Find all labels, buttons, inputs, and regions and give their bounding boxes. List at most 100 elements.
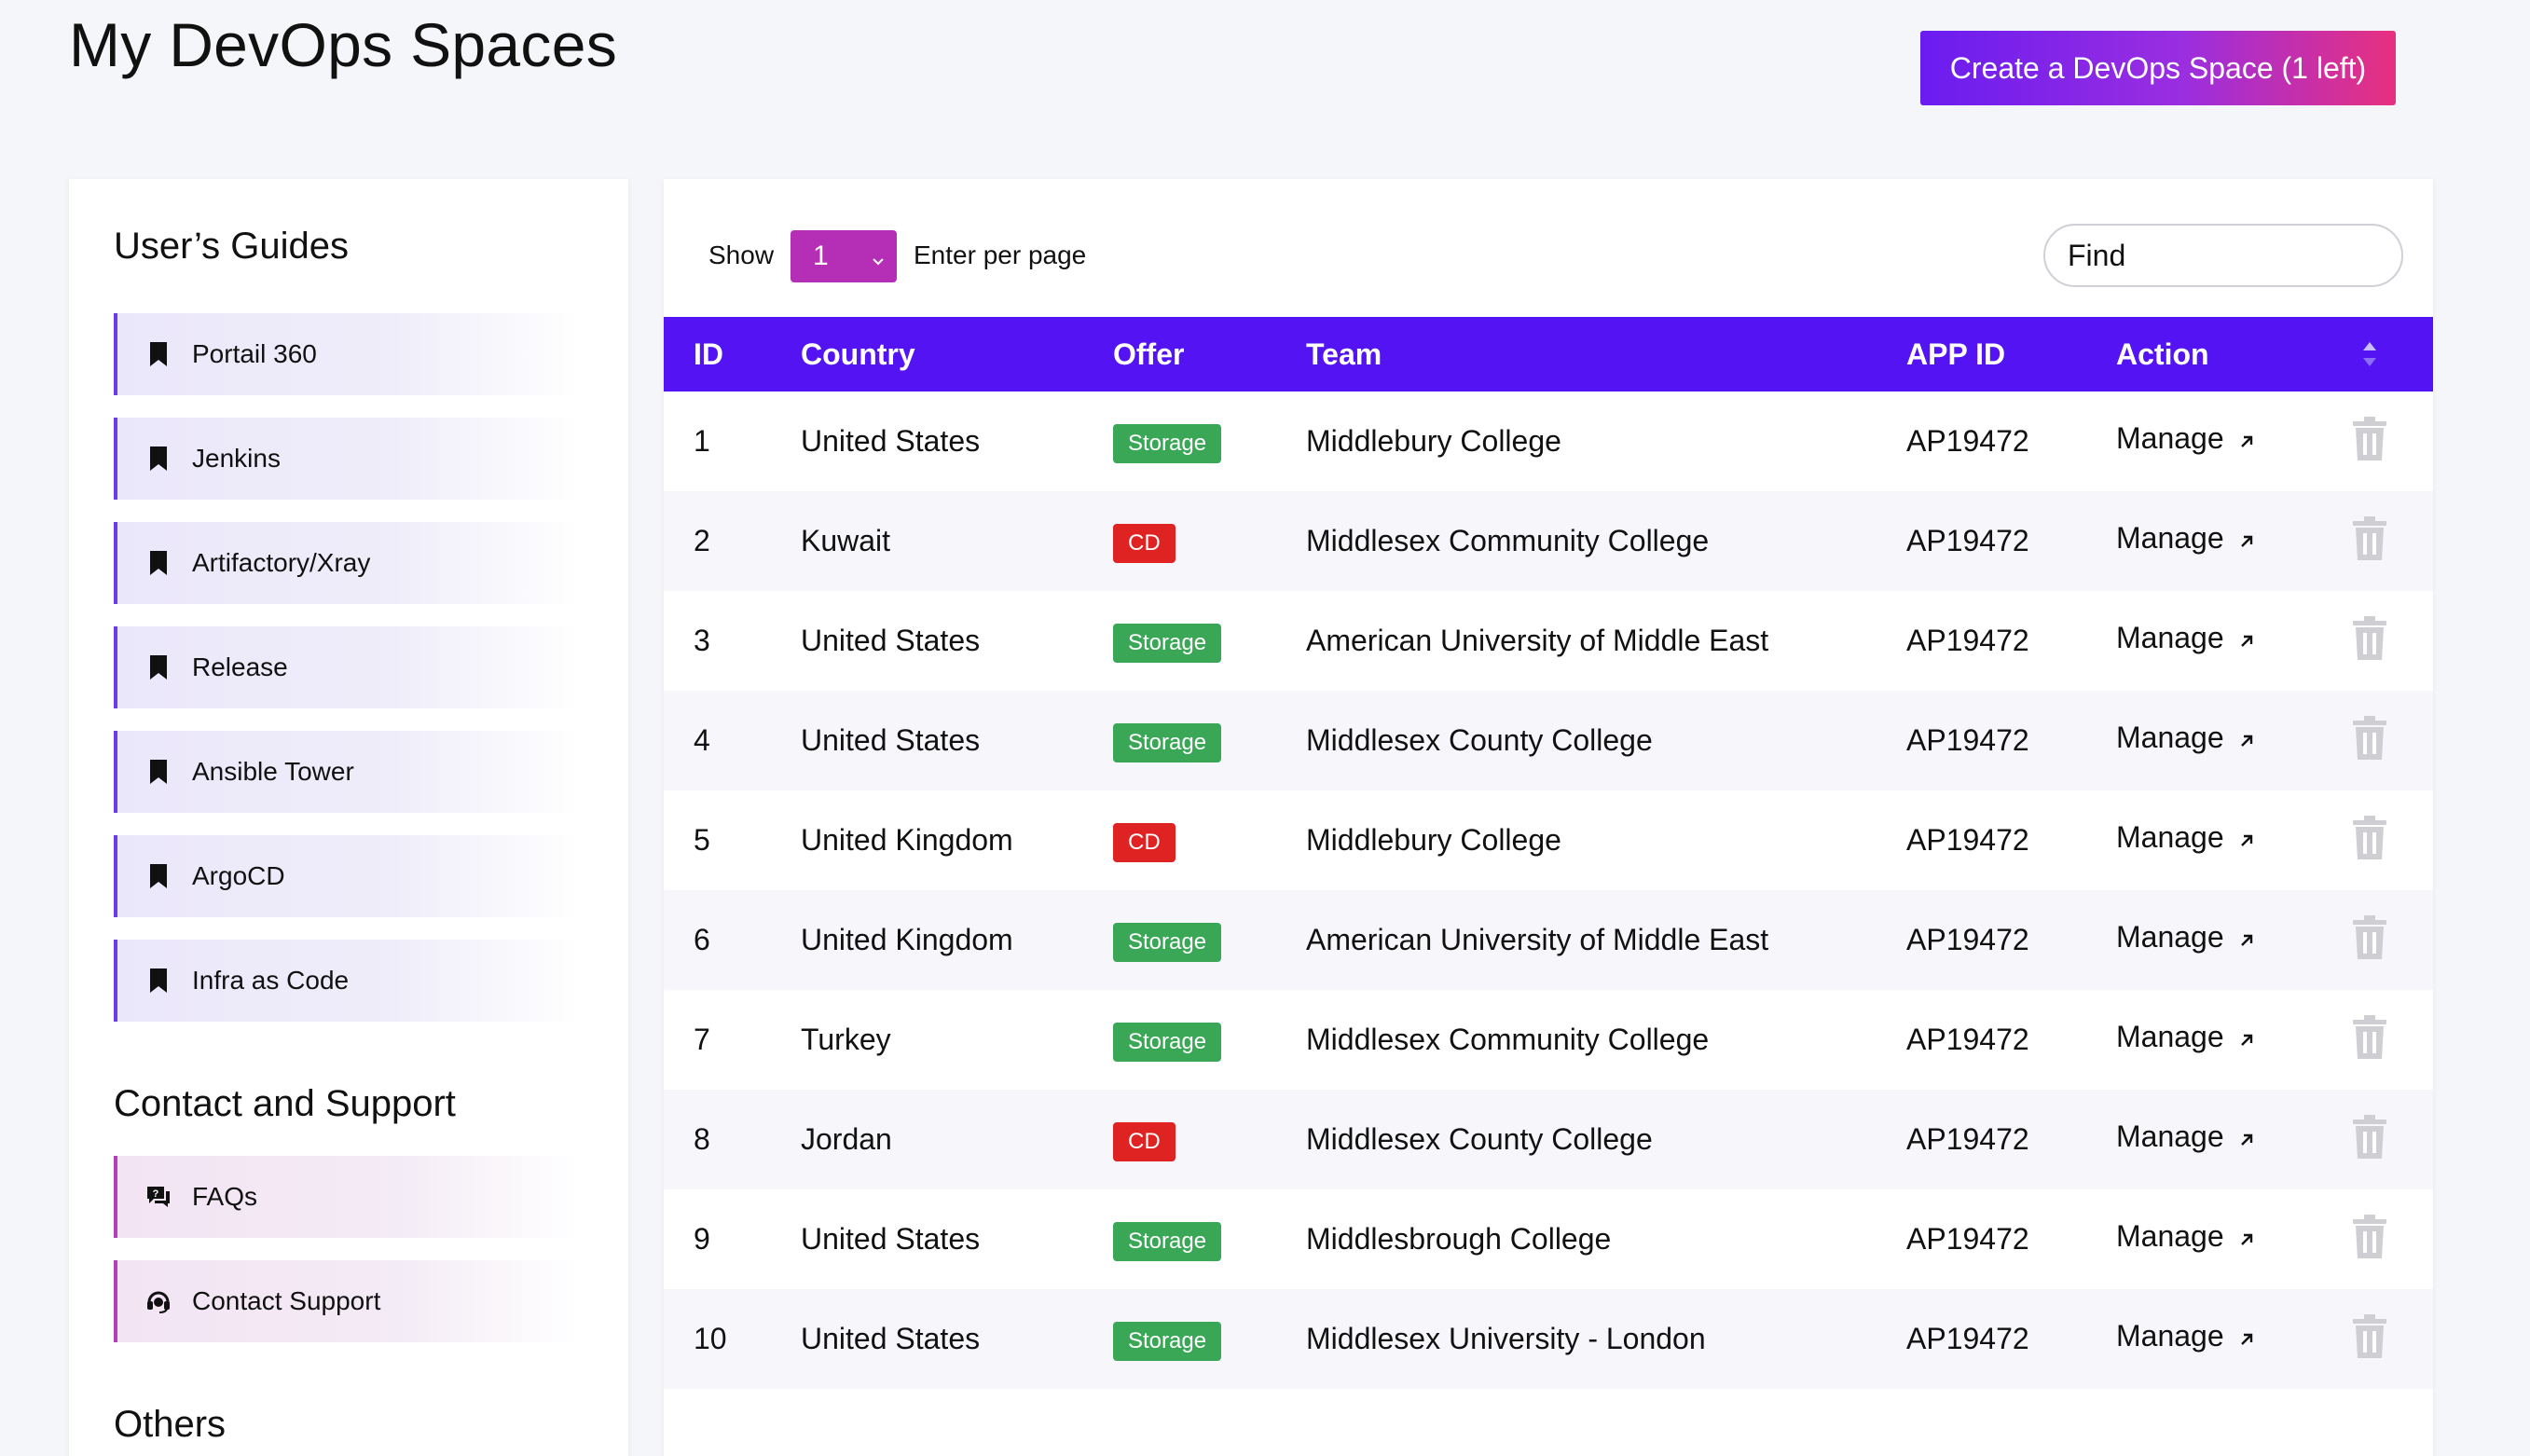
cell-team: Middlesex Community College (1306, 1023, 1710, 1056)
sidebar-item-label: Infra as Code (192, 966, 350, 995)
offer-badge: Storage (1113, 923, 1222, 962)
sidebar-item-label: Jenkins (192, 444, 281, 473)
cell-country: United States (801, 624, 981, 657)
chevron-down-icon (869, 247, 887, 279)
create-devops-space-button[interactable]: Create a DevOps Space (1 left) (1920, 31, 2396, 105)
external-arrow-icon (2237, 694, 2256, 787)
manage-link[interactable]: Manage (2116, 890, 2256, 983)
trash-icon[interactable] (2351, 914, 2388, 961)
manage-label: Manage (2116, 920, 2224, 954)
bookmark-icon (145, 652, 172, 682)
trash-icon[interactable] (2351, 1313, 2388, 1360)
table-row: 4 United States Storage Middlesex County Co… (664, 691, 2433, 790)
sidebar-item-release[interactable]: Release (114, 626, 580, 708)
external-arrow-icon (2237, 1192, 2256, 1285)
cell-country: Turkey (801, 1023, 891, 1056)
page-title: My DevOps Spaces (69, 10, 618, 79)
per-page-label: Enter per page (914, 240, 1087, 269)
table-row: 9 United States Storage Middlesbrough Colle… (664, 1189, 2433, 1289)
manage-link[interactable]: Manage (2116, 790, 2256, 884)
bookmark-icon (145, 444, 172, 474)
sidebar-item-artifactory-xray[interactable]: Artifactory/Xray (114, 522, 580, 604)
cell-app-id: AP19472 (1906, 823, 2029, 857)
external-arrow-icon (2237, 893, 2256, 986)
sidebar-item-label: Portail 360 (192, 339, 317, 368)
cell-id: 2 (694, 524, 710, 557)
manage-link[interactable]: Manage (2116, 990, 2256, 1083)
cell-team: American University of Middle East (1306, 923, 1769, 956)
faq-chat-icon: ? (145, 1182, 172, 1212)
sidebar-item-label: Release (192, 652, 288, 681)
header-team: Team (1306, 337, 1382, 371)
cell-country: Jordan (801, 1122, 892, 1156)
manage-link[interactable]: Manage (2116, 1289, 2256, 1382)
cell-app-id: AP19472 (1906, 1122, 2029, 1156)
manage-link[interactable]: Manage (2116, 1189, 2256, 1283)
sidebar-item-argocd[interactable]: ArgoCD (114, 835, 580, 917)
cell-app-id: AP19472 (1906, 1322, 2029, 1355)
show-label: Show (708, 240, 775, 269)
per-page-select[interactable]: 1 (791, 230, 897, 282)
cell-id: 10 (694, 1322, 727, 1355)
guides-section-title: User’s Guides (114, 226, 349, 267)
trash-icon[interactable] (2351, 1014, 2388, 1061)
bookmark-icon (145, 966, 172, 996)
manage-label: Manage (2116, 1020, 2224, 1053)
external-arrow-icon (2237, 993, 2256, 1086)
manage-link[interactable]: Manage (2116, 391, 2256, 485)
header-id: ID (694, 337, 723, 371)
trash-icon[interactable] (2351, 615, 2388, 662)
sidebar-item-ansible-tower[interactable]: Ansible Tower (114, 731, 580, 813)
table-row: 2 Kuwait CD Middlesex Community College AP19… (664, 491, 2433, 591)
sidebar-item-jenkins[interactable]: Jenkins (114, 418, 580, 500)
cell-id: 1 (694, 424, 710, 458)
offer-badge: CD (1113, 1122, 1176, 1161)
cell-team: Middlesex Community College (1306, 524, 1710, 557)
cell-app-id: AP19472 (1906, 923, 2029, 956)
sidebar-item-portail-360[interactable]: Portail 360 (114, 313, 580, 395)
cell-team: Middlebury College (1306, 823, 1561, 857)
find-input[interactable] (2043, 224, 2403, 287)
offer-badge: CD (1113, 823, 1176, 862)
trash-icon[interactable] (2351, 815, 2388, 861)
table-row: 10 United States Storage Middlesex Universi… (664, 1289, 2433, 1389)
external-arrow-icon (2237, 494, 2256, 587)
trash-icon[interactable] (2351, 515, 2388, 562)
sort-icon[interactable] (2360, 339, 2379, 374)
table-row: 6 United Kingdom Storage American Universit… (664, 890, 2433, 990)
trash-icon[interactable] (2351, 1214, 2388, 1260)
cell-team: American University of Middle East (1306, 624, 1769, 657)
manage-link[interactable]: Manage (2116, 1090, 2256, 1183)
offer-badge: CD (1113, 524, 1176, 563)
sidebar: User’s Guides Contact and Support Others… (69, 179, 628, 1456)
manage-label: Manage (2116, 1319, 2224, 1353)
manage-link[interactable]: Manage (2116, 491, 2256, 584)
headset-icon (145, 1286, 172, 1316)
bookmark-icon (145, 339, 172, 369)
cell-country: United Kingdom (801, 923, 1013, 956)
offer-badge: Storage (1113, 1222, 1222, 1261)
trash-icon[interactable] (2351, 416, 2388, 462)
sidebar-item-infra-as-code[interactable]: Infra as Code (114, 940, 580, 1022)
table-header: ID Country Offer Team APP ID Action (664, 317, 2433, 391)
external-arrow-icon (2237, 394, 2256, 488)
table-row: 8 Jordan CD Middlesex County College AP19472… (664, 1090, 2433, 1189)
table-row: 1 United States Storage Middlebury College A… (664, 391, 2433, 491)
sidebar-item-label: ArgoCD (192, 861, 285, 890)
spaces-table-card: Show 1 Enter per page ID Country Offer T… (664, 179, 2433, 1456)
manage-label: Manage (2116, 521, 2224, 555)
sidebar-item-faqs[interactable]: ? FAQs (114, 1156, 580, 1238)
manage-label: Manage (2116, 621, 2224, 654)
bookmark-icon (145, 757, 172, 787)
cell-team: Middlesex County College (1306, 1122, 1653, 1156)
manage-link[interactable]: Manage (2116, 591, 2256, 684)
others-section-title: Others (114, 1404, 227, 1445)
cell-id: 7 (694, 1023, 710, 1056)
trash-icon[interactable] (2351, 715, 2388, 762)
table-row: 5 United Kingdom CD Middlebury College AP194… (664, 790, 2433, 890)
trash-icon[interactable] (2351, 1114, 2388, 1161)
manage-link[interactable]: Manage (2116, 691, 2256, 784)
sidebar-item-contact-support[interactable]: Contact Support (114, 1260, 580, 1342)
cell-country: United States (801, 1322, 981, 1355)
sidebar-item-label: Contact Support (192, 1286, 381, 1315)
